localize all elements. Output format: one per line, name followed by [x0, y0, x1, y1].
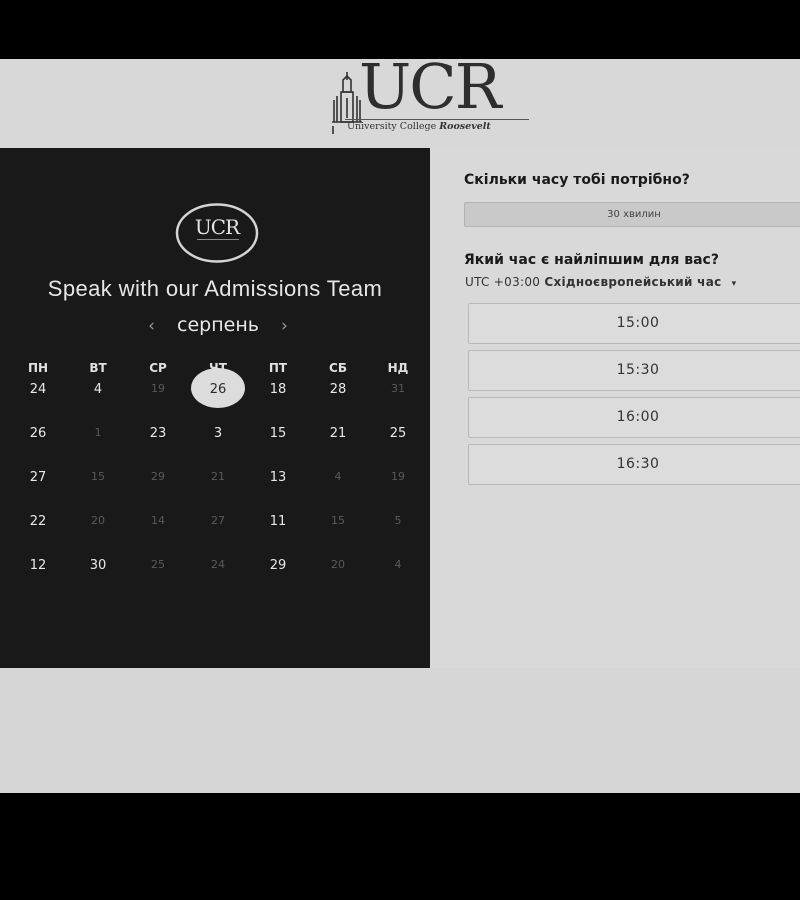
calendar-day-disabled: 20 [331, 558, 345, 571]
ucr-badge: UCR [175, 203, 259, 263]
calendar-day[interactable]: 4 [68, 382, 128, 397]
calendar-day[interactable]: 23 [128, 426, 188, 441]
time-slot-button[interactable]: 15:30 [468, 350, 800, 391]
badge-wordmark: UCR [194, 215, 240, 239]
calendar-day-disabled: 4 [334, 470, 342, 483]
calendar-day[interactable]: 11 [248, 514, 308, 529]
calendar-panel: UCR Speak with our Admissions Team ‹ сер… [0, 148, 430, 668]
logo-wordmark: UCR [359, 50, 501, 123]
calendar-day[interactable]: 15 [248, 426, 308, 441]
calendar-day[interactable]: 21 [308, 426, 368, 441]
calendar-day-disabled: 14 [151, 514, 165, 527]
calendar-day[interactable]: 12 [8, 558, 68, 573]
calendar-day[interactable]: 3 [188, 426, 248, 441]
month-navigation: ‹ серпень › [0, 314, 436, 336]
calendar-day-disabled: 5 [394, 514, 402, 527]
calendar-day-disabled: 25 [151, 558, 165, 571]
next-month-icon[interactable]: › [273, 316, 296, 336]
calendar-day[interactable]: 24 [8, 382, 68, 397]
bottom-black-bar [0, 793, 800, 900]
panel-title: Speak with our Admissions Team [47, 276, 383, 301]
calendar-day-disabled: 15 [331, 514, 345, 527]
duration-question: Скільки часу тобі потрібно? [464, 172, 690, 188]
calendar-day-disabled: 27 [211, 514, 225, 527]
time-slot-button[interactable]: 16:00 [468, 397, 800, 438]
weekday-header: ВТ [89, 361, 107, 375]
logo-subtitle: University College Roosevelt [347, 121, 491, 132]
calendar-day[interactable]: 22 [8, 514, 68, 529]
weekday-header: НД [387, 361, 409, 375]
duration-option-button[interactable]: 30 хвилин [464, 202, 800, 227]
calendar-day-disabled: 24 [211, 558, 225, 571]
chevron-down-icon: ▾ [731, 279, 737, 289]
logo-rule [345, 119, 529, 120]
prev-month-icon[interactable]: ‹ [140, 316, 163, 336]
calendar-day-disabled: 15 [91, 470, 105, 483]
weekday-header: СБ [329, 361, 347, 375]
calendar-day[interactable]: 13 [248, 470, 308, 485]
time-slot-button[interactable]: 15:00 [468, 303, 800, 344]
badge-rule [197, 239, 239, 240]
calendar-day-selected[interactable]: 26 [188, 382, 248, 397]
calendar-day-disabled: 1 [94, 426, 102, 439]
weekday-header: ПН [27, 361, 49, 375]
weekday-header: СР [149, 361, 167, 375]
calendar-day-disabled: 20 [91, 514, 105, 527]
month-label: серпень [177, 314, 259, 336]
timezone-selector[interactable]: UTC +03:00 Східноєвропейський час ▾ [465, 275, 736, 289]
calendar-day[interactable]: 27 [8, 470, 68, 485]
calendar-day-disabled: 4 [394, 558, 402, 571]
calendar-day-disabled: 19 [391, 470, 405, 483]
calendar-day-disabled: 29 [151, 470, 165, 483]
weekday-header: ПТ [268, 361, 288, 375]
page: UCR University College Roosevelt UCR Spe… [0, 56, 800, 793]
time-slot-button[interactable]: 16:30 [468, 444, 800, 485]
header: UCR University College Roosevelt [0, 56, 800, 148]
calendar-day[interactable]: 28 [308, 382, 368, 397]
time-question: Який час є найліпшим для вас? [464, 252, 719, 268]
calendar-day-disabled: 21 [211, 470, 225, 483]
calendar-day[interactable]: 25 [368, 426, 428, 441]
booking-panel: Скільки часу тобі потрібно? 30 хвилин Як… [430, 148, 800, 668]
calendar-day-disabled: 31 [391, 382, 405, 395]
calendar-day[interactable]: 18 [248, 382, 308, 397]
timezone-name: Східноєвропейський час [544, 275, 722, 289]
ucr-logo[interactable]: UCR University College Roosevelt [331, 56, 529, 136]
calendar-day[interactable]: 29 [248, 558, 308, 573]
timezone-offset: UTC +03:00 [465, 275, 541, 289]
calendar-day[interactable]: 26 [8, 426, 68, 441]
calendar-day-disabled: 19 [151, 382, 165, 395]
calendar-day[interactable]: 30 [68, 558, 128, 573]
